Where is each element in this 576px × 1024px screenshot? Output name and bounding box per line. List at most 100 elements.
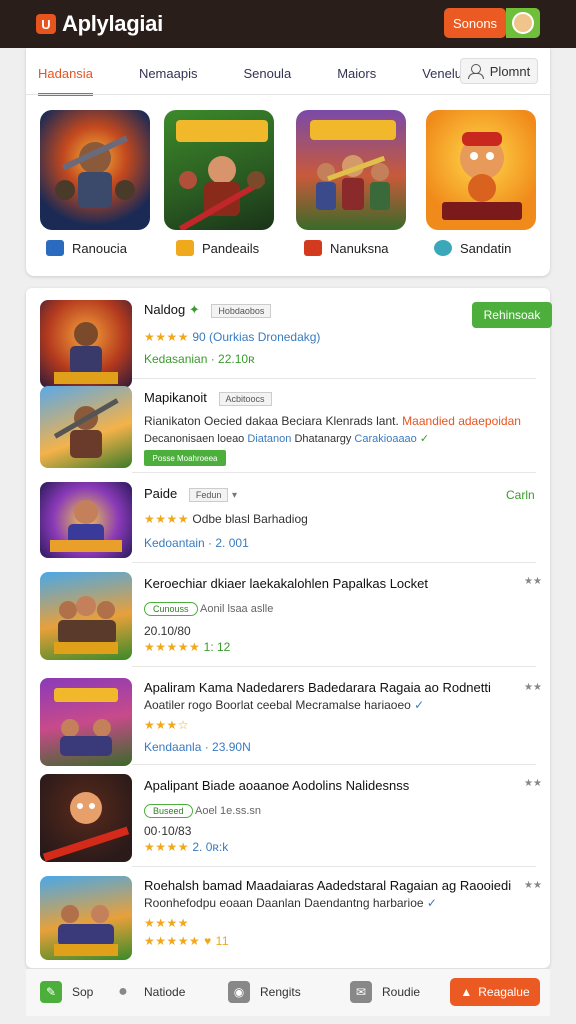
nav-item-natiode[interactable]: ● Natiode bbox=[112, 981, 185, 1003]
game-title[interactable]: Paide bbox=[144, 486, 177, 501]
star-rating: ★★★★ bbox=[144, 512, 190, 526]
list-item[interactable]: Naldog ✦ Hobdaobos ★★★★ 90 (Ourkias Dron… bbox=[40, 300, 552, 388]
game-stats: ★★★★★ ♥ 11 bbox=[144, 934, 230, 948]
featured-game-art-4[interactable] bbox=[426, 110, 536, 230]
game-title[interactable]: Apalipant Biade aoaanoe Aodolins Nalides… bbox=[144, 778, 409, 793]
status-pill: Buseed bbox=[144, 804, 193, 818]
list-item[interactable]: Roehalsh bamad Maadaiaras Aadedstaral Ra… bbox=[40, 876, 542, 962]
meta-text: Dhatanargy bbox=[294, 433, 352, 445]
top-bar: U Aplylagiai Sonons bbox=[0, 0, 576, 48]
game-meta: Kendaanla · 23.90N bbox=[144, 740, 251, 754]
carln-link[interactable]: Carln bbox=[506, 488, 535, 502]
leaf-icon: ✦ bbox=[188, 302, 200, 317]
divider bbox=[132, 378, 536, 379]
app-title: Aplylagiai bbox=[62, 11, 163, 36]
rating-value: 2. 0ʀ:k bbox=[192, 840, 229, 854]
status-pill: Cunouss bbox=[144, 602, 198, 616]
rating-value: 1: 12 bbox=[203, 640, 231, 654]
divider bbox=[132, 562, 536, 563]
game-title[interactable]: Mapikanoit bbox=[144, 390, 207, 405]
featured-title-2: Pandeails bbox=[202, 240, 260, 256]
cta-button[interactable]: ▲ Reagalue bbox=[450, 978, 540, 1006]
nav-label: Natiode bbox=[144, 985, 186, 999]
nav-label: Sop bbox=[72, 985, 94, 999]
chat-icon: ✉ bbox=[350, 981, 372, 1003]
game-thumbnail bbox=[40, 678, 132, 766]
profile-button-label: Plomnt bbox=[489, 63, 531, 79]
meta-link[interactable]: Carakioaaao bbox=[354, 433, 416, 445]
tab-hadansia[interactable]: Hadansia bbox=[38, 56, 93, 96]
more-icon[interactable]: ★★ bbox=[524, 576, 542, 587]
puzzle-icon bbox=[434, 240, 452, 256]
highlight-text: Maandied adaepoidan bbox=[402, 414, 521, 428]
list-item[interactable]: Apalipant Biade aoaanoe Aodolins Nalides… bbox=[40, 774, 542, 862]
star-rating: ★★★☆ bbox=[144, 718, 190, 732]
leaf-icon: ✎ bbox=[40, 981, 62, 1003]
game-meta: Kedasanian · 22.10ʀ bbox=[144, 352, 255, 366]
header-action-button[interactable]: Sonons bbox=[444, 8, 506, 38]
game-title[interactable]: Keroechiar dkiaer laekakalohlen Papalkas… bbox=[144, 576, 428, 591]
more-icon[interactable]: ★★ bbox=[524, 778, 542, 789]
window-icon bbox=[46, 240, 64, 256]
category-tag: Hobdaobos bbox=[211, 303, 272, 318]
category-tag: Fedun bbox=[188, 487, 229, 502]
bottom-nav: ✎ Sop ● Natiode ◉ Rengits ✉ Roudie ▲ Rea… bbox=[26, 968, 550, 1016]
featured-title-4: Sandatin bbox=[460, 240, 512, 256]
featured-label-4[interactable]: Sandatin bbox=[434, 240, 511, 256]
star-rating: ★★★★★ bbox=[144, 640, 201, 654]
category-tag: Acbitoocs bbox=[218, 391, 272, 406]
featured-title-3: Nanuksna bbox=[330, 240, 389, 256]
game-thumbnail bbox=[40, 774, 132, 862]
game-meta: Decanonisaen loeao bbox=[144, 433, 245, 445]
grid-icon bbox=[176, 240, 194, 256]
star-rating: ★★★★ bbox=[144, 330, 190, 344]
game-description: Rianikaton Oecied dakaa Beciara Klenrads… bbox=[144, 414, 399, 428]
avatar[interactable] bbox=[506, 8, 540, 38]
game-meta: Kedoantain · 2. 001 bbox=[144, 536, 249, 550]
list-item[interactable]: Keroechiar dkiaer laekakalohlen Papalkas… bbox=[40, 572, 542, 662]
list-item[interactable]: Paide Fedun ▾ ★★★★ Odbe blasl Barhadiog … bbox=[40, 482, 538, 560]
featured-game-art-3[interactable] bbox=[296, 110, 406, 230]
review-count: 90 (Ourkias Dronedakg) bbox=[192, 330, 321, 344]
game-title[interactable]: Roehalsh bamad Maadaiaras Aadedstaral Ra… bbox=[144, 878, 511, 893]
flag-icon bbox=[304, 240, 322, 256]
nav-item-sop[interactable]: ✎ Sop bbox=[40, 981, 93, 1003]
featured-game-art-1[interactable] bbox=[40, 110, 150, 230]
game-title[interactable]: Apaliram Kama Nadedarers Badedarara Raga… bbox=[144, 680, 491, 695]
check-icon: ✓ bbox=[419, 433, 430, 445]
featured-game-art-2[interactable] bbox=[164, 110, 274, 230]
game-stats: 20.10/80 bbox=[144, 624, 191, 638]
person-icon bbox=[467, 64, 484, 79]
app-logo-icon: U bbox=[36, 14, 56, 34]
featured-label-2[interactable]: Pandeails bbox=[176, 240, 259, 256]
alert-icon: ▲ bbox=[460, 985, 473, 999]
game-meta: Aoel 1e.ss.sn bbox=[194, 805, 262, 817]
list-item[interactable]: Apaliram Kama Nadedarers Badedarara Raga… bbox=[40, 678, 542, 766]
meta-link[interactable]: Diatanon bbox=[247, 433, 291, 445]
game-thumbnail bbox=[40, 300, 132, 388]
tab-maiors[interactable]: Maiors bbox=[337, 56, 376, 96]
more-icon[interactable]: ★★ bbox=[524, 682, 542, 693]
nav-item-roudie[interactable]: ✉ Roudie bbox=[350, 981, 420, 1003]
star-rating: ★★★★ bbox=[144, 840, 190, 854]
game-description: Roonhefodpu eoaan Daanlan Daendantng har… bbox=[144, 896, 424, 910]
profile-button[interactable]: Plomnt bbox=[460, 58, 538, 84]
game-meta: Aonil lsaa aslle bbox=[199, 603, 274, 615]
divider bbox=[132, 666, 536, 667]
game-description: Aoatiler rogo Boorlat ceebal Mecramalse … bbox=[144, 698, 411, 712]
nav-item-rengits[interactable]: ◉ Rengits bbox=[228, 981, 301, 1003]
tab-nemaapis[interactable]: Nemaapis bbox=[139, 56, 198, 96]
tab-senoula[interactable]: Senoula bbox=[243, 56, 291, 96]
game-title[interactable]: Naldog bbox=[144, 302, 185, 317]
check-icon: ✓ bbox=[426, 896, 437, 910]
nav-label: Rengits bbox=[260, 985, 301, 999]
install-button[interactable]: Rehinsoak bbox=[472, 302, 552, 328]
more-icon[interactable]: ★★ bbox=[524, 880, 542, 891]
featured-label-1[interactable]: Ranoucia bbox=[46, 240, 127, 256]
game-thumbnail bbox=[40, 876, 132, 960]
chevron-down-icon[interactable]: ▾ bbox=[232, 490, 237, 501]
tab-bar: Hadansia Nemaapis Senoula Maiors Venelur bbox=[38, 56, 512, 96]
list-item[interactable]: Mapikanoit Acbitoocs Rianikaton Oecied d… bbox=[40, 386, 538, 470]
featured-label-3[interactable]: Nanuksna bbox=[304, 240, 389, 256]
game-stats: 00·10/83 bbox=[144, 824, 192, 838]
